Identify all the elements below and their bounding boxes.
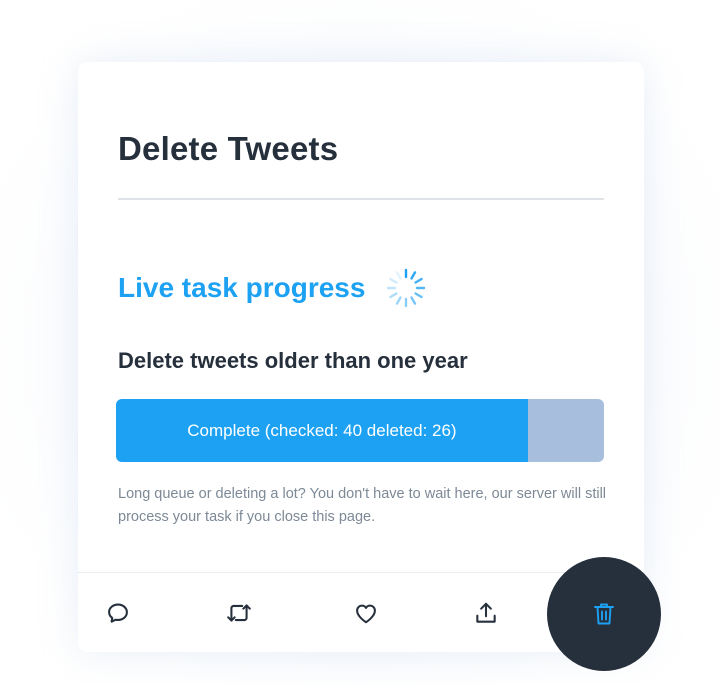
delete-tweets-card: Delete Tweets Live task progress Delete … bbox=[78, 62, 644, 652]
loading-spinner-icon bbox=[387, 268, 426, 308]
stage: Delete Tweets Live task progress Delete … bbox=[0, 0, 720, 684]
background-processing-note: Long queue or deleting a lot? You don't … bbox=[118, 486, 607, 525]
page-title: Delete Tweets bbox=[118, 130, 339, 167]
task-progress-bar: Complete (checked: 40 deleted: 26) bbox=[116, 399, 604, 462]
delete-button[interactable] bbox=[547, 557, 661, 671]
task-title: Delete tweets older than one year bbox=[118, 348, 468, 373]
retweet-button[interactable] bbox=[221, 595, 257, 631]
like-button[interactable] bbox=[348, 595, 384, 631]
live-progress-header: Live task progress bbox=[118, 267, 427, 309]
divider bbox=[118, 198, 604, 200]
share-icon bbox=[476, 602, 496, 623]
like-icon bbox=[356, 604, 376, 624]
progress-label: Complete (checked: 40 deleted: 26) bbox=[187, 420, 457, 440]
trash-icon bbox=[594, 603, 614, 625]
live-progress-heading: Live task progress bbox=[118, 272, 366, 303]
reply-icon bbox=[108, 603, 128, 623]
retweet-icon bbox=[227, 604, 251, 622]
reply-button[interactable] bbox=[100, 595, 136, 631]
share-button[interactable] bbox=[468, 595, 504, 631]
